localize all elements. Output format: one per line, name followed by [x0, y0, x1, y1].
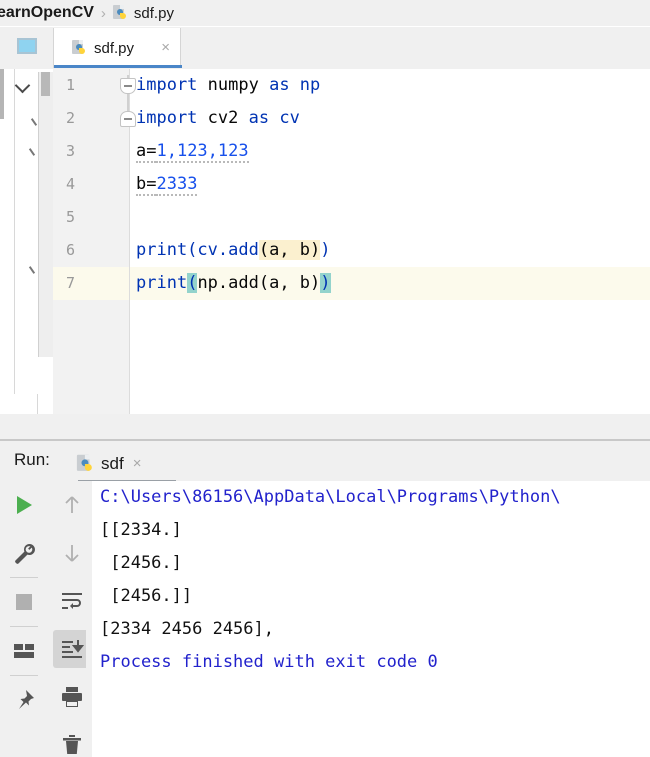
ide-window: earnOpenCV › sdf.py sdf.py × 1 2 3 4 5 6…: [0, 0, 650, 757]
code-line-6[interactable]: print(cv.add(a, b)): [130, 234, 650, 267]
brace-match-close: ): [320, 273, 331, 293]
settings-button[interactable]: [0, 529, 48, 577]
printer-icon: [62, 687, 82, 707]
tab-label: sdf.py: [94, 39, 135, 57]
tab-active-indicator: [54, 65, 182, 68]
layout-icon: [14, 644, 34, 658]
breadcrumb-separator: ›: [100, 4, 106, 22]
breadcrumb-file[interactable]: sdf.py: [134, 5, 174, 22]
alias-cv: cv: [269, 108, 300, 128]
code-text-area[interactable]: import numpy as np import cv2 as cv a=1,…: [130, 69, 650, 414]
code-line-7[interactable]: print(np.add(a, b)): [130, 267, 650, 300]
stop-button[interactable]: [0, 578, 48, 626]
module-cv2: cv2: [197, 108, 249, 128]
run-panel-title: Run:: [14, 450, 50, 469]
code-line-2[interactable]: import cv2 as cv: [130, 102, 650, 135]
close-icon[interactable]: ×: [133, 455, 142, 472]
code-line-3[interactable]: a=1,123,123: [130, 135, 650, 168]
editor-left-rail: [0, 69, 15, 414]
scroll-to-end-icon: [62, 640, 84, 658]
run-panel-header: Run: sdf ×: [0, 441, 650, 483]
run-toolbar-primary: [0, 481, 49, 757]
print-call-7: print: [136, 273, 188, 293]
breadcrumb: earnOpenCV › sdf.py: [0, 0, 650, 26]
var-a-assign: a=: [136, 141, 157, 163]
var-a-value: 1,123,123: [156, 141, 249, 163]
console-line: [2456.]: [100, 553, 182, 573]
args-7: np.add(a, b): [197, 273, 321, 293]
keyword-import: import: [136, 75, 198, 95]
paren-close-6: ): [320, 240, 331, 260]
rerun-button[interactable]: [0, 481, 48, 529]
keyword-import: import: [136, 108, 198, 128]
soft-wrap-icon: [62, 593, 82, 609]
keyword-as: as: [269, 75, 290, 95]
pin-tab-button[interactable]: [0, 676, 48, 724]
editor-scrollbar[interactable]: [38, 72, 54, 357]
arrow-down-icon: [65, 545, 79, 562]
run-tool-window: Run: sdf × C:\Users\86156\AppData\Local\…: [0, 441, 650, 757]
code-line-4[interactable]: b=2333: [130, 168, 650, 201]
arrow-up-icon: [65, 496, 79, 513]
console-line: [2456.]]: [100, 586, 193, 606]
project-window-icon[interactable]: [14, 35, 40, 57]
close-icon[interactable]: ×: [161, 40, 170, 55]
chevron-down-icon[interactable]: [16, 78, 30, 92]
console-line: C:\Users\86156\AppData\Local\Programs\Py…: [100, 487, 561, 507]
editor-change-markers: [28, 99, 40, 329]
code-editor[interactable]: 1 2 3 4 5 6 7 import numpy as np import …: [0, 69, 650, 415]
pin-icon: [19, 690, 34, 709]
rail-continuation: [0, 394, 38, 414]
python-icon: [76, 454, 94, 472]
alias-np: np: [289, 75, 321, 95]
keyword-as: as: [248, 108, 270, 128]
editor-status-strip: [0, 394, 650, 440]
console-line: [2334 2456 2456],: [100, 619, 274, 639]
code-line-5[interactable]: [130, 201, 650, 234]
play-icon: [12, 493, 36, 517]
python-file-icon: [112, 5, 128, 21]
console-line: [[2334.]: [100, 520, 182, 540]
python-file-icon: [72, 40, 87, 56]
editor-tab-sdf[interactable]: sdf.py ×: [53, 28, 182, 68]
trash-icon: [63, 735, 81, 754]
console-line: Process finished with exit code 0: [100, 652, 438, 672]
rail-marker: [0, 69, 4, 119]
breadcrumb-project[interactable]: earnOpenCV: [0, 4, 94, 22]
module-numpy: numpy: [197, 75, 270, 95]
layout-settings-button[interactable]: [0, 627, 48, 675]
code-line-1[interactable]: import numpy as np: [130, 69, 650, 102]
var-b-assign: b=: [136, 174, 157, 196]
args-highlight-6: (a, b): [258, 240, 321, 260]
brace-match-open: (: [187, 273, 198, 293]
var-b-value: 2333: [156, 174, 198, 196]
wrench-icon: [15, 544, 35, 564]
editor-tab-bar: sdf.py ×: [0, 27, 650, 70]
run-config-tab[interactable]: sdf ×: [76, 446, 142, 481]
run-tab-label: sdf: [101, 453, 124, 473]
stop-icon: [12, 590, 36, 614]
scrollbar-thumb[interactable]: [41, 72, 50, 96]
console-output[interactable]: C:\Users\86156\AppData\Local\Programs\Py…: [92, 481, 650, 757]
print-call-6: print(cv.add: [136, 240, 259, 260]
